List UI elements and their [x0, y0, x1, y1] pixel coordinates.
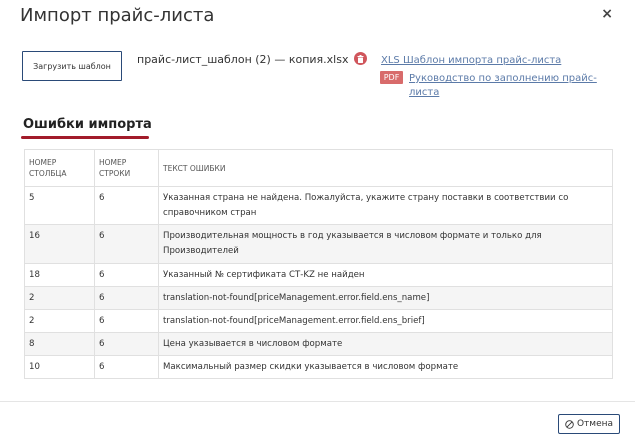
trash-icon[interactable]	[354, 52, 367, 65]
dialog-title: Импорт прайс-листа	[20, 5, 215, 26]
footer-divider	[0, 401, 635, 402]
cell-row-number: 6	[94, 286, 159, 310]
column-header-column-number: НОМЕР СТОЛБЦА	[24, 149, 95, 187]
cell-row-number: 6	[94, 355, 159, 379]
upload-template-button[interactable]: Загрузить шаблон	[22, 51, 122, 81]
pdf-guide-link[interactable]: Руководство по заполнению прайс-листа	[409, 72, 599, 100]
table-row: 2 6 translation-not-found[priceManagemen…	[24, 309, 613, 333]
close-icon[interactable]: ×	[601, 6, 613, 22]
cell-error-text: Максимальный размер скидки указывается в…	[158, 355, 613, 379]
cell-column-number: 5	[24, 186, 95, 225]
cell-error-text: Указанный № сертификата СТ-KZ не найден	[158, 263, 613, 287]
table-row: 2 6 translation-not-found[priceManagemen…	[24, 286, 613, 310]
table-row: 10 6 Максимальный размер скидки указывае…	[24, 355, 613, 379]
cell-error-text: translation-not-found[priceManagement.er…	[158, 309, 613, 333]
cell-row-number: 6	[94, 309, 159, 333]
uploaded-file-name: прайс-лист_шаблон (2) — копия.xlsx	[137, 53, 349, 66]
cell-column-number: 16	[24, 224, 95, 264]
errors-section-title: Ошибки импорта	[23, 117, 152, 132]
cell-column-number: 8	[24, 332, 95, 356]
column-header-row-number: НОМЕР СТРОКИ	[94, 149, 159, 187]
import-price-list-dialog: Импорт прайс-листа × Загрузить шаблон пр…	[0, 0, 635, 441]
cell-column-number: 2	[24, 309, 95, 333]
cell-row-number: 6	[94, 332, 159, 356]
cell-error-text: Указанная страна не найдена. Пожалуйста,…	[158, 186, 613, 225]
cell-column-number: 10	[24, 355, 95, 379]
cell-error-text: translation-not-found[priceManagement.er…	[158, 286, 613, 310]
cell-row-number: 6	[94, 224, 159, 264]
cell-error-text: Цена указывается в числовом формате	[158, 332, 613, 356]
trash-glyph	[357, 54, 364, 63]
table-row: 16 6 Производительная мощность в год ука…	[24, 224, 613, 264]
table-row: 18 6 Указанный № сертификата СТ-KZ не на…	[24, 263, 613, 287]
column-header-error-text: ТЕКСТ ОШИБКИ	[158, 149, 613, 187]
import-errors-table: НОМЕР СТОЛБЦА НОМЕР СТРОКИ ТЕКСТ ОШИБКИ …	[24, 149, 613, 379]
table-row: 5 6 Указанная страна не найдена. Пожалуй…	[24, 186, 613, 225]
table-header-row: НОМЕР СТОЛБЦА НОМЕР СТРОКИ ТЕКСТ ОШИБКИ	[24, 149, 613, 187]
cell-column-number: 18	[24, 263, 95, 287]
cell-column-number: 2	[24, 286, 95, 310]
xls-template-link[interactable]: XLS Шаблон импорта прайс-листа	[381, 55, 561, 66]
cell-row-number: 6	[94, 263, 159, 287]
cancel-button-label: Отмена	[576, 419, 614, 429]
pdf-badge: PDF	[380, 71, 403, 84]
table-row: 8 6 Цена указывается в числовом формате	[24, 332, 613, 356]
cell-row-number: 6	[94, 186, 159, 225]
cancel-button[interactable]: Отмена	[558, 414, 620, 434]
cell-error-text: Производительная мощность в год указывае…	[158, 224, 613, 264]
section-title-underline	[21, 136, 149, 139]
cancel-circle-icon	[565, 419, 574, 429]
